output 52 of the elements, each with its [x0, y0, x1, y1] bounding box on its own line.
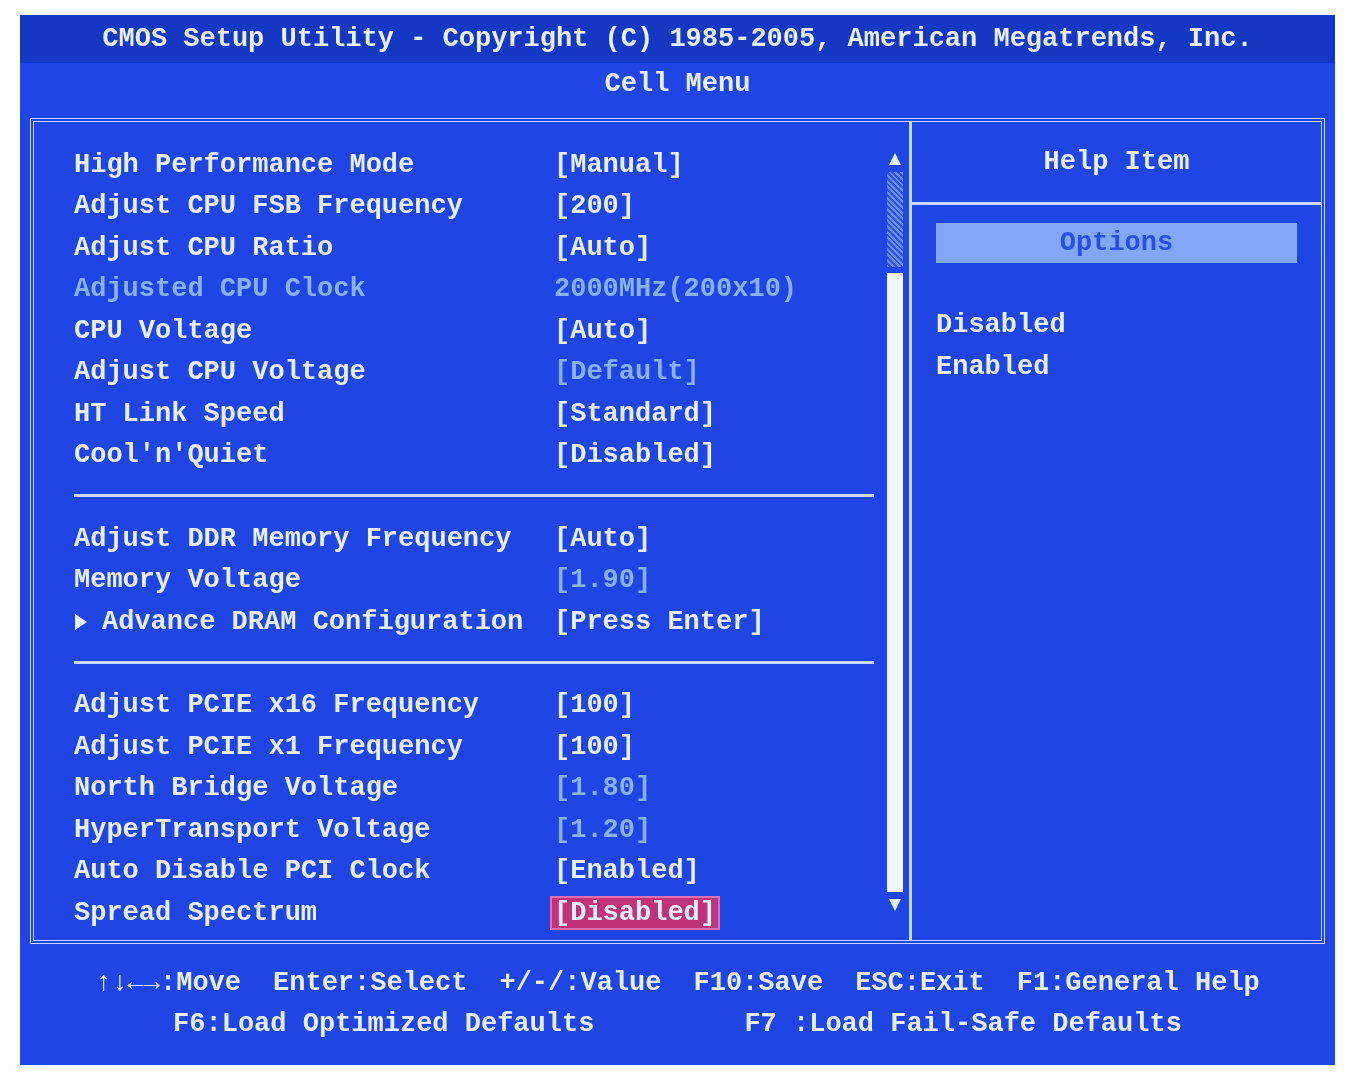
setting-label: Cool'n'Quiet [74, 440, 270, 471]
setting-value[interactable]: [Enabled] [552, 856, 702, 887]
setting-label: Adjust CPU FSB Frequency [74, 191, 464, 222]
setting-value[interactable]: [1.90] [552, 565, 654, 596]
setting-label: Adjust PCIE x16 Frequency [74, 690, 481, 721]
scrollbar-thumb[interactable] [887, 273, 903, 892]
setting-value[interactable]: [1.20] [552, 814, 654, 845]
key-hint: +/-/:Value [499, 967, 662, 998]
setting-label: Adjust PCIE x1 Frequency [74, 731, 464, 762]
setting-value[interactable]: [Press Enter] [552, 606, 767, 637]
setting-label: Auto Disable PCI Clock [74, 856, 432, 887]
window-title: CMOS Setup Utility - Copyright (C) 1985-2005, American Megatrends, Inc. [102, 24, 1253, 54]
option-text: Disabled [936, 309, 1067, 342]
setting-label: Advance DRAM Configuration [74, 606, 552, 637]
key-hint: F7 :Load Fail-Safe Defaults [744, 1008, 1182, 1039]
setting-value[interactable]: [100] [552, 731, 637, 762]
help-title: Help Item [1043, 147, 1190, 177]
setting-label: High Performance Mode [74, 149, 416, 180]
key-hint: F10:Save [693, 967, 824, 998]
setting-label: CPU Voltage [74, 315, 254, 346]
key-hint: F6:Load Optimized Defaults [173, 1008, 595, 1039]
setting-value[interactable]: 2000MHz(200x10) [552, 274, 800, 305]
menu-title: Cell Menu [603, 68, 752, 101]
setting-value[interactable]: [200] [552, 191, 637, 222]
scroll-down-icon[interactable] [888, 898, 902, 912]
key-hint: F1:General Help [1016, 967, 1260, 998]
setting-label: Memory Voltage [74, 565, 302, 596]
setting-label: Adjusted CPU Clock [74, 274, 367, 305]
setting-value[interactable]: [Disabled] [552, 440, 719, 471]
key-hint: ↑↓←→:Move [95, 967, 242, 998]
setting-value[interactable]: [Auto] [552, 315, 654, 346]
setting-label: North Bridge Voltage [74, 773, 400, 804]
setting-value[interactable]: [1.80] [552, 773, 654, 804]
setting-label: Adjust CPU Voltage [74, 357, 367, 388]
key-hint: Enter:Select [273, 967, 468, 998]
setting-label: HT Link Speed [74, 398, 286, 429]
setting-value[interactable]: [Disabled] [552, 897, 719, 928]
key-hint: ESC:Exit [855, 967, 985, 998]
setting-value[interactable]: [100] [552, 690, 637, 721]
setting-label: Spread Spectrum [74, 897, 319, 928]
option-text: Enabled [936, 350, 1051, 384]
setting-label: Adjust DDR Memory Frequency [74, 523, 513, 554]
setting-value[interactable]: [Standard] [552, 398, 719, 429]
setting-value[interactable]: [Manual] [552, 149, 686, 180]
setting-value[interactable]: [Default] [552, 357, 702, 388]
setting-label: Adjust CPU Ratio [74, 232, 335, 263]
options-heading: Options [936, 223, 1297, 263]
scroll-up-icon[interactable] [888, 152, 902, 166]
submenu-arrow-icon [74, 612, 88, 631]
setting-value[interactable]: [Auto] [552, 523, 654, 554]
setting-value[interactable]: [Auto] [552, 232, 654, 263]
setting-label: HyperTransport Voltage [74, 814, 432, 845]
